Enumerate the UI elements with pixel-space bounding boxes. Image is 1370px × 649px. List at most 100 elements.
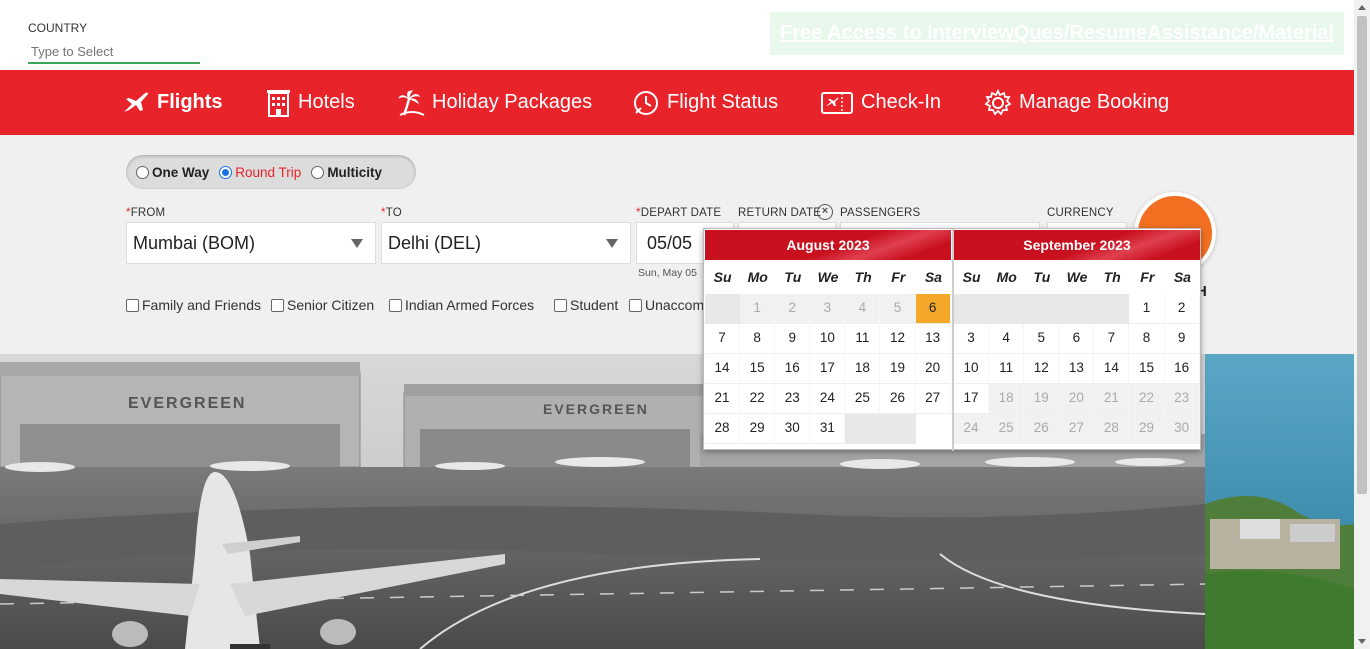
family-checkbox[interactable] [126, 298, 139, 312]
day-cell[interactable]: 3 [954, 324, 990, 354]
weekday-label: Su [962, 269, 981, 285]
nav-label: Flight Status [667, 91, 779, 113]
day-cell[interactable]: 11 [845, 324, 881, 354]
day-cell[interactable]: 16 [1164, 354, 1200, 384]
day-cell[interactable]: 28 [705, 414, 741, 444]
month-title: September 2023 [954, 230, 1200, 260]
concession-senior[interactable]: Senior Citizen [271, 297, 374, 313]
day-cell[interactable]: 22 [740, 384, 776, 414]
scroll-up-icon[interactable] [1358, 5, 1366, 10]
day-cell[interactable]: 19 [880, 354, 916, 384]
day-grid: 1 2 3 4 5 6 7 8 9 10 11 12 13 14 15 16 17 18 19 20 21 22 23 24 2… [954, 294, 1200, 444]
day-cell[interactable]: 25 [845, 384, 881, 414]
nav-manage-booking[interactable]: Manage Booking [984, 70, 1169, 135]
weekday-label: Sa [1173, 269, 1191, 285]
day-cell[interactable]: 11 [989, 354, 1025, 384]
round-trip-radio[interactable] [219, 165, 233, 179]
day-cell: 22 [1129, 384, 1165, 414]
day-cell[interactable]: 10 [954, 354, 990, 384]
day-cell[interactable]: 21 [705, 384, 741, 414]
month-title: August 2023 [705, 230, 951, 260]
one-way-option[interactable]: One Way [136, 165, 209, 180]
empty-day-cell [1094, 294, 1130, 324]
trip-label: One Way [152, 164, 210, 180]
day-cell[interactable]: 2 [1164, 294, 1200, 324]
day-cell[interactable]: 14 [705, 354, 741, 384]
country-input[interactable] [28, 40, 200, 64]
day-cell[interactable]: 6 [1059, 324, 1095, 354]
day-cell[interactable]: 26 [880, 384, 916, 414]
day-cell[interactable]: 14 [1094, 354, 1130, 384]
nav-holiday-packages[interactable]: Holiday Packages [398, 70, 592, 135]
day-cell: 21 [1094, 384, 1130, 414]
day-cell[interactable]: 18 [845, 354, 881, 384]
student-checkbox[interactable] [554, 298, 567, 312]
day-cell[interactable]: 23 [775, 384, 811, 414]
day-cell[interactable]: 13 [1059, 354, 1095, 384]
day-cell[interactable]: 15 [1129, 354, 1165, 384]
nav-hotels[interactable]: Hotels [266, 70, 355, 135]
day-cell: 23 [1164, 384, 1200, 414]
weekday-label: Sa [924, 269, 942, 285]
hotel-icon [267, 89, 290, 117]
day-cell[interactable]: 17 [954, 384, 990, 414]
day-cell-today[interactable]: 6 [915, 294, 951, 324]
nav-label: Flights [157, 91, 223, 113]
senior-checkbox[interactable] [271, 298, 284, 312]
day-cell[interactable]: 10 [810, 324, 846, 354]
day-cell[interactable]: 31 [810, 414, 846, 444]
day-cell[interactable]: 12 [880, 324, 916, 354]
day-cell[interactable]: 29 [740, 414, 776, 444]
day-cell[interactable]: 20 [915, 354, 951, 384]
day-grid: 1 2 3 4 5 6 7 8 9 10 11 12 13 14 15 16 17 18 19 20 21 22 23 24 2… [705, 294, 951, 444]
concession-student[interactable]: Student [554, 297, 618, 313]
day-cell[interactable]: 12 [1024, 354, 1060, 384]
round-trip-option[interactable]: Round Trip [219, 165, 301, 180]
nav-flight-status[interactable]: Flight Status [632, 70, 778, 135]
day-cell[interactable]: 15 [740, 354, 776, 384]
empty-day-cell [880, 414, 916, 444]
day-cell[interactable]: 7 [705, 324, 741, 354]
concession-unaccompanied[interactable]: Unaccom [629, 297, 704, 313]
day-cell[interactable]: 24 [810, 384, 846, 414]
passengers-label: PASSENGERS [840, 207, 921, 219]
day-cell[interactable]: 7 [1094, 324, 1130, 354]
day-cell[interactable]: 1 [1129, 294, 1165, 324]
scrollbar-thumb[interactable] [1357, 16, 1367, 494]
unaccompanied-checkbox[interactable] [629, 298, 642, 312]
day-cell[interactable]: 27 [915, 384, 951, 414]
concession-label: Indian Armed Forces [405, 297, 535, 313]
scroll-down-icon[interactable] [1358, 639, 1366, 644]
day-cell[interactable]: 9 [775, 324, 811, 354]
day-cell[interactable]: 8 [740, 324, 776, 354]
empty-day-cell [954, 294, 990, 324]
multicity-radio[interactable] [311, 165, 325, 179]
clear-return-date-icon[interactable]: × [817, 204, 833, 220]
chevron-down-icon [606, 239, 618, 248]
from-select[interactable]: Mumbai (BOM) [126, 222, 376, 264]
concession-family[interactable]: Family and Friends [126, 297, 261, 313]
page-scrollbar[interactable] [1354, 0, 1370, 649]
to-select[interactable]: Delhi (DEL) [381, 222, 631, 264]
free-access-link[interactable]: Free Access to InterviewQues/ResumeAssis… [770, 12, 1344, 55]
day-cell[interactable]: 16 [775, 354, 811, 384]
day-cell[interactable]: 9 [1164, 324, 1200, 354]
nav-check-in[interactable]: Check-In [820, 70, 941, 135]
trip-label: Multicity [327, 164, 383, 180]
multicity-option[interactable]: Multicity [311, 165, 382, 180]
empty-day-cell [1059, 294, 1095, 324]
day-cell[interactable]: 4 [989, 324, 1025, 354]
one-way-radio[interactable] [136, 165, 149, 179]
day-cell: 3 [810, 294, 846, 324]
nav-flights[interactable]: Flights [122, 70, 223, 135]
day-cell[interactable]: 8 [1129, 324, 1165, 354]
weekday-row: Su Mo Tu We Th Fr Sa [705, 260, 951, 294]
day-cell[interactable]: 30 [775, 414, 811, 444]
currency-label: CURRENCY [1047, 207, 1114, 219]
day-cell[interactable]: 17 [810, 354, 846, 384]
day-cell[interactable]: 5 [1024, 324, 1060, 354]
page: { "header": { "country_label": "COUNTRY"… [0, 0, 1370, 649]
concession-armed-forces[interactable]: Indian Armed Forces [389, 297, 534, 313]
armed-forces-checkbox[interactable] [389, 298, 402, 312]
day-cell[interactable]: 13 [915, 324, 951, 354]
